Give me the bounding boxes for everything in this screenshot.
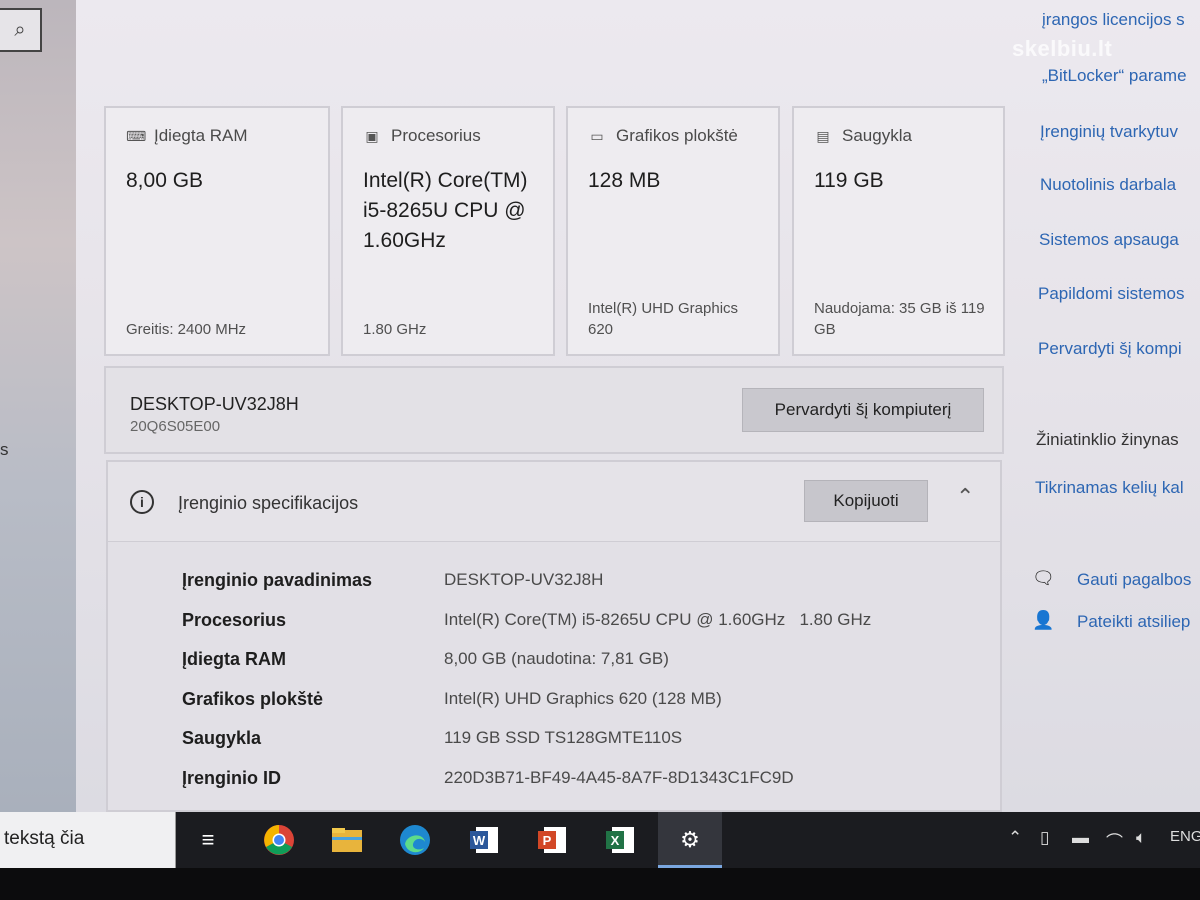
web-help-heading: Žiniatinklio žinynas bbox=[1036, 430, 1179, 449]
spec-label: Procesorius bbox=[182, 609, 287, 630]
cpu-card-value: Intel(R) Core(TM) i5-8265U CPU @ 1.60GHz bbox=[363, 169, 528, 252]
spec-label: Įrenginio ID bbox=[182, 767, 281, 788]
device-specifications-section: i Įrenginio specifikacijos Kopijuoti ⌃ Į… bbox=[106, 460, 1002, 812]
language-indicator[interactable]: ENG bbox=[1170, 828, 1200, 845]
gpu-card: ▭ Grafikos plokštė 128 MB Intel(R) UHD Gr… bbox=[566, 106, 780, 356]
word-icon[interactable]: W bbox=[466, 822, 502, 858]
related-settings-panel: įrangos licencijos s „BitLocker“ parame … bbox=[1030, 0, 1200, 812]
task-view-icon[interactable]: ≡ bbox=[190, 822, 226, 858]
spec-value: 220D3B71-BF49-4A45-8A7F-8D1343C1FC9D bbox=[444, 767, 794, 787]
screen-bezel bbox=[0, 868, 1200, 900]
link-advanced-system[interactable]: Papildomi sistemos bbox=[1038, 284, 1184, 304]
tablet-mode-icon[interactable]: ▯ bbox=[1040, 828, 1049, 848]
link-get-help[interactable]: Gauti pagalbos bbox=[1077, 570, 1191, 590]
specifications-title: Įrenginio specifikacijos bbox=[178, 493, 359, 513]
link-feedback[interactable]: Pateikti atsiliep bbox=[1077, 612, 1190, 632]
device-name: DESKTOP-UV32J8H bbox=[130, 394, 299, 414]
spec-row: Įdiegta RAM 8,00 GB (naudotina: 7,81 GB) bbox=[182, 649, 871, 689]
ram-icon: ⌨ bbox=[126, 127, 147, 144]
chevron-up-icon[interactable]: ⌃ bbox=[956, 484, 974, 510]
svg-text:X: X bbox=[611, 833, 620, 848]
storage-card-title: Saugykla bbox=[842, 126, 912, 145]
chrome-icon[interactable] bbox=[261, 822, 297, 858]
battery-icon[interactable]: ▬ bbox=[1072, 828, 1089, 848]
search-icon[interactable]: ⌕ bbox=[0, 8, 42, 52]
gpu-card-title: Grafikos plokštė bbox=[616, 126, 738, 145]
excel-icon[interactable]: X bbox=[602, 822, 638, 858]
ram-card-footer: Greitis: 2400 MHz bbox=[126, 321, 247, 338]
spec-value: Intel(R) Core(TM) i5-8265U CPU @ 1.60GHz… bbox=[444, 609, 872, 629]
nav-item-fragment[interactable]: s bbox=[0, 440, 9, 460]
link-check-path[interactable]: Tikrinamas kelių kal bbox=[1035, 478, 1184, 498]
ram-card-title: Įdiegta RAM bbox=[154, 126, 248, 145]
link-remote-desktop[interactable]: Nuotolinis darbala bbox=[1040, 175, 1176, 195]
link-rename-pc[interactable]: Pervardyti šį kompi bbox=[1038, 339, 1182, 359]
link-device-manager[interactable]: Įrenginių tvarkytuv bbox=[1040, 122, 1178, 142]
spec-value: Intel(R) UHD Graphics 620 (128 MB) bbox=[444, 688, 722, 708]
ram-card: ⌨ Įdiegta RAM 8,00 GB Greitis: 2400 MHz bbox=[104, 106, 330, 356]
cpu-card-footer: 1.80 GHz bbox=[363, 321, 427, 338]
specifications-header[interactable]: i Įrenginio specifikacijos Kopijuoti ⌃ bbox=[108, 462, 1000, 542]
info-icon: i bbox=[130, 490, 154, 514]
storage-card-footer: Naudojama: 35 GB iš 119 GB bbox=[814, 300, 985, 338]
svg-text:W: W bbox=[473, 833, 486, 848]
spec-row: Procesorius Intel(R) Core(TM) i5-8265U C… bbox=[182, 610, 871, 650]
volume-icon[interactable]: 🔈︎ bbox=[1136, 828, 1146, 848]
rename-pc-button[interactable]: Pervardyti šį kompiuterį bbox=[742, 388, 984, 432]
storage-card: ▤ Saugykla 119 GB Naudojama: 35 GB iš 119… bbox=[792, 106, 1005, 356]
spec-row: Saugykla 119 GB SSD TS128GMTE110S bbox=[182, 728, 871, 768]
spec-value: 119 GB SSD TS128GMTE110S bbox=[444, 728, 683, 747]
storage-icon: ▤ bbox=[816, 127, 830, 144]
ram-card-value: 8,00 GB bbox=[126, 169, 204, 192]
spec-row: Įrenginio pavadinimas DESKTOP-UV32J8H bbox=[182, 570, 871, 610]
cpu-card-title: Procesorius bbox=[391, 126, 481, 145]
gpu-card-value: 128 MB bbox=[588, 169, 661, 192]
powerpoint-icon[interactable]: P bbox=[534, 822, 570, 858]
feedback-person-icon: 👤 bbox=[1032, 610, 1055, 630]
svg-text:P: P bbox=[543, 833, 552, 848]
spec-label: Saugykla bbox=[182, 728, 262, 748]
navigation-pane-edge: ⌕ s bbox=[0, 0, 76, 812]
gpu-card-footer: Intel(R) UHD Graphics 620 bbox=[588, 300, 739, 338]
help-chat-icon: 🗨 bbox=[1032, 568, 1055, 588]
file-explorer-icon[interactable] bbox=[329, 822, 365, 858]
wifi-icon[interactable]: ⌒ bbox=[1106, 828, 1123, 853]
cpu-icon: ▣ bbox=[365, 127, 379, 144]
device-model: 20Q6S05E00 bbox=[130, 418, 221, 435]
spec-label: Įrenginio pavadinimas bbox=[182, 570, 373, 590]
storage-card-value: 119 GB bbox=[814, 169, 884, 192]
edge-icon[interactable] bbox=[397, 822, 433, 858]
cpu-card: ▣ Procesorius Intel(R) Core(TM) i5-8265U … bbox=[341, 106, 555, 356]
device-name-section: DESKTOP-UV32J8H 20Q6S05E00 Pervardyti šį… bbox=[104, 366, 1004, 454]
copy-button[interactable]: Kopijuoti bbox=[804, 480, 928, 522]
link-bitlocker[interactable]: „BitLocker“ parame bbox=[1042, 66, 1187, 86]
spec-row: Įrenginio ID 220D3B71-BF49-4A45-8A7F-8D1… bbox=[182, 768, 871, 808]
taskbar-search-placeholder: tekstą čia bbox=[4, 828, 85, 849]
spec-row: Grafikos plokštė Intel(R) UHD Graphics 6… bbox=[182, 689, 871, 729]
link-licenses[interactable]: įrangos licencijos s bbox=[1042, 10, 1185, 30]
spec-value: DESKTOP-UV32J8H bbox=[444, 570, 604, 589]
settings-gear-icon[interactable]: ⚙ bbox=[672, 822, 708, 858]
spec-label: Įdiegta RAM bbox=[182, 649, 287, 669]
spec-label: Grafikos plokštė bbox=[182, 688, 324, 709]
chevron-up-icon[interactable]: ⌃ bbox=[1008, 828, 1022, 848]
gpu-icon: ▭ bbox=[590, 127, 604, 144]
spec-value: 8,00 GB (naudotina: 7,81 GB) bbox=[444, 649, 669, 668]
taskbar-search-box[interactable]: tekstą čia bbox=[0, 812, 176, 868]
link-system-protection[interactable]: Sistemos apsauga bbox=[1039, 230, 1179, 250]
taskbar: tekstą čia ≡ W P X ⚙ ⌃ ▯ ▬ ⌒ 🔈︎ ENG bbox=[0, 812, 1200, 868]
specifications-list: Įrenginio pavadinimas DESKTOP-UV32J8H Pr… bbox=[182, 570, 871, 807]
watermark: skelbiu.lt bbox=[1012, 36, 1113, 61]
